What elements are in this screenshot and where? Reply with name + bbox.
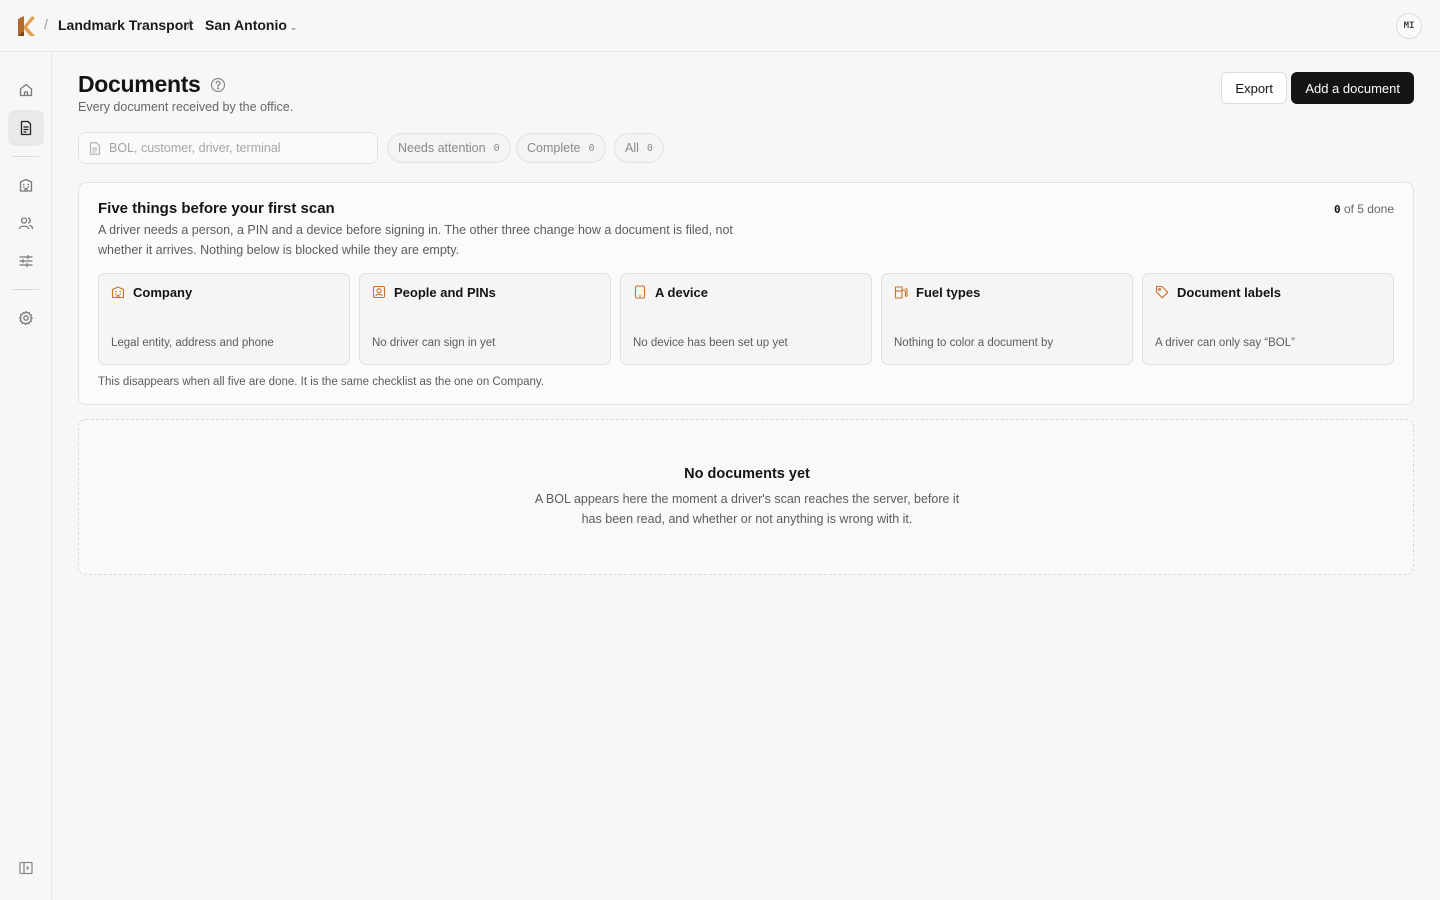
- export-button[interactable]: Export: [1221, 72, 1287, 104]
- filter-label: All: [625, 141, 639, 155]
- building-icon: [111, 286, 125, 299]
- sidebar-toggle-icon: [19, 861, 33, 875]
- step-description: Legal entity, address and phone: [111, 337, 274, 349]
- setup-checklist: Five things before your first scan A dri…: [78, 182, 1414, 405]
- chevron-down-icon: ⌄: [289, 22, 298, 32]
- breadcrumb-company[interactable]: Landmark Transport: [58, 17, 193, 33]
- step-title: Company: [133, 285, 193, 300]
- page-title: Documents: [78, 71, 201, 97]
- step-description: No device has been set up yet: [633, 337, 788, 349]
- step-description: A driver can only say “BOL”: [1155, 337, 1295, 349]
- filter-all[interactable]: All 0: [614, 133, 664, 163]
- sidebar-divider: [13, 289, 39, 290]
- sliders-icon: [19, 254, 33, 268]
- help-icon[interactable]: [210, 77, 226, 93]
- breadcrumb-separator: /: [44, 16, 48, 32]
- fuel-pump-icon: [894, 286, 908, 299]
- filter-needs-attention[interactable]: Needs attention 0: [387, 133, 511, 163]
- filter-count: 0: [646, 142, 653, 154]
- users-icon: [18, 217, 34, 230]
- location-switcher[interactable]: San Antonio ⌄: [205, 17, 297, 33]
- breadcrumb-separator: /: [187, 16, 191, 32]
- checklist-step-fuel-types[interactable]: Fuel types Nothing to color a document b…: [881, 273, 1133, 365]
- sidebar-item-home[interactable]: [8, 72, 44, 108]
- progress-done-count: 0: [1333, 203, 1341, 216]
- sidebar-item-documents[interactable]: [8, 110, 44, 146]
- page-subtitle: Every document received by the office.: [78, 100, 294, 114]
- top-bar: / Landmark Transport / San Antonio ⌄ MI: [0, 0, 1440, 52]
- empty-state: No documents yet A BOL appears here the …: [78, 419, 1414, 575]
- home-icon: [19, 83, 33, 97]
- search-input[interactable]: [109, 141, 359, 155]
- checklist-step-people[interactable]: People and PINs No driver can sign in ye…: [359, 273, 611, 365]
- step-title: Document labels: [1177, 285, 1282, 300]
- person-badge-icon: [372, 285, 386, 299]
- step-title: People and PINs: [394, 285, 496, 300]
- logo-icon[interactable]: [15, 14, 37, 38]
- gear-icon: [18, 310, 33, 326]
- filter-complete[interactable]: Complete 0: [516, 133, 606, 163]
- checklist-title: Five things before your first scan: [98, 200, 335, 217]
- search-box[interactable]: [78, 132, 378, 164]
- step-description: No driver can sign in yet: [372, 337, 496, 349]
- progress-total: of 5 done: [1340, 202, 1394, 216]
- checklist-step-document-labels[interactable]: Document labels A driver can only say “B…: [1142, 273, 1394, 365]
- sidebar-collapse-button[interactable]: [8, 850, 44, 886]
- checklist-step-company[interactable]: Company Legal entity, address and phone: [98, 273, 350, 365]
- checklist-footer: This disappears when all five are done. …: [98, 376, 544, 388]
- checklist-progress: 0 of 5 done: [1334, 202, 1394, 216]
- checklist-step-device[interactable]: A device No device has been set up yet: [620, 273, 872, 365]
- filter-label: Complete: [527, 141, 581, 155]
- building-icon: [19, 178, 33, 192]
- step-description: Nothing to color a document by: [894, 337, 1054, 349]
- tablet-icon: [634, 285, 646, 299]
- filter-count: 0: [493, 142, 500, 154]
- filter-count: 0: [588, 142, 595, 154]
- location-label: San Antonio: [205, 17, 287, 33]
- sidebar-item-company[interactable]: [8, 167, 44, 203]
- document-icon: [89, 141, 101, 155]
- step-title: Fuel types: [916, 285, 981, 300]
- add-document-button[interactable]: Add a document: [1291, 72, 1414, 104]
- sidebar-item-people[interactable]: [8, 205, 44, 241]
- empty-state-description: A BOL appears here the moment a driver's…: [534, 492, 960, 526]
- tag-icon: [1155, 285, 1169, 299]
- sidebar: [0, 52, 52, 900]
- checklist-description: A driver needs a person, a PIN and a dev…: [98, 223, 733, 257]
- sidebar-divider: [13, 156, 39, 157]
- empty-state-title: No documents yet: [684, 466, 810, 482]
- sidebar-item-adjustments[interactable]: [8, 243, 44, 279]
- filter-label: Needs attention: [398, 141, 486, 155]
- sidebar-item-settings[interactable]: [8, 300, 44, 336]
- step-title: A device: [655, 285, 708, 300]
- user-avatar[interactable]: MI: [1396, 13, 1422, 39]
- document-icon: [20, 120, 32, 136]
